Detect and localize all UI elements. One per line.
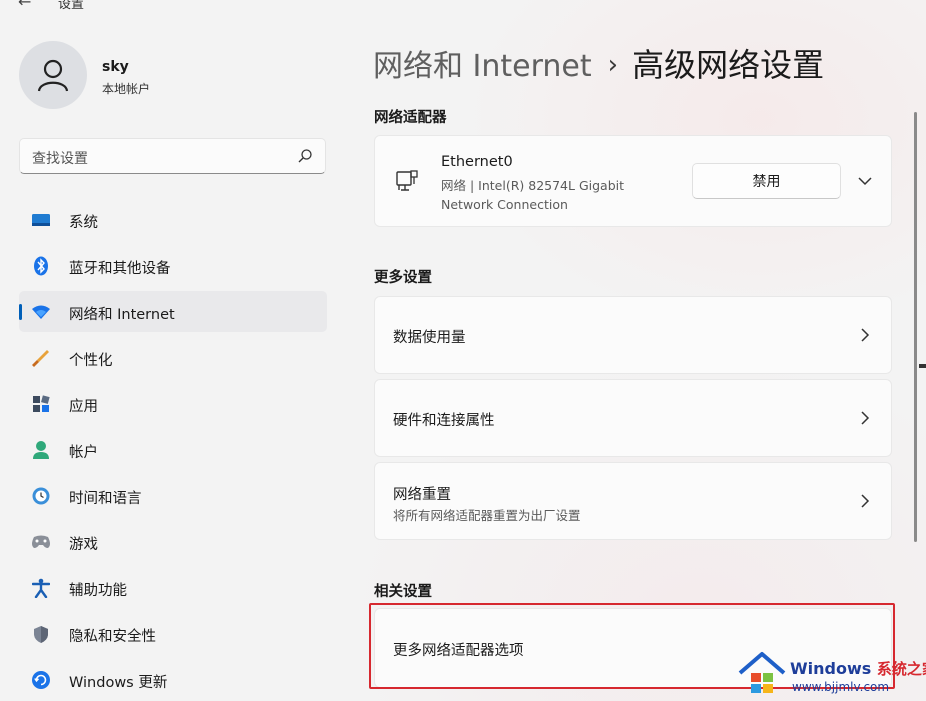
wifi-icon [31, 302, 51, 322]
brush-icon [31, 348, 51, 368]
avatar [19, 41, 87, 109]
ethernet-icon [396, 170, 418, 191]
active-indicator [19, 304, 22, 320]
adapter-description: 网络 | Intel(R) 82574L Gigabit Network Con… [441, 178, 625, 212]
shield-icon [31, 624, 51, 644]
bluetooth-icon [31, 256, 51, 276]
breadcrumb-separator: › [607, 50, 619, 80]
sidebar-item-gaming[interactable]: 游戏 [19, 521, 327, 562]
sidebar-item-label: 蓝牙和其他设备 [69, 261, 171, 277]
disable-button[interactable]: 禁用 [692, 163, 841, 199]
sidebar-nav: 系统 蓝牙和其他设备 网络和 Internet 个性化 应用 帐户 时间和语言 … [19, 199, 327, 701]
sidebar-item-accounts[interactable]: 帐户 [19, 429, 327, 470]
section-title-adapters: 网络适配器 [374, 110, 447, 126]
breadcrumb-parent[interactable]: 网络和 Internet [373, 49, 592, 84]
sidebar-item-accessibility[interactable]: 辅助功能 [19, 567, 327, 608]
row-label: 网络重置 [393, 487, 451, 503]
adapter-card[interactable]: Ethernet0 网络 | Intel(R) 82574L Gigabit N… [374, 135, 892, 227]
sidebar-item-label: 时间和语言 [69, 491, 142, 507]
watermark-title-en: Windows [790, 659, 872, 678]
row-sublabel: 将所有网络适配器重置为出厂设置 [393, 508, 581, 523]
sidebar-item-system[interactable]: 系统 [19, 199, 327, 240]
sidebar-item-label: 辅助功能 [69, 583, 127, 599]
settings-row-network-reset[interactable]: 网络重置 将所有网络适配器重置为出厂设置 [374, 462, 892, 540]
account-type: 本地帐户 [102, 82, 151, 96]
settings-row-hardware-properties[interactable]: 硬件和连接属性 [374, 379, 892, 457]
account-icon [31, 440, 51, 460]
chevron-right-icon [861, 411, 870, 425]
sidebar-item-label: 游戏 [69, 537, 98, 553]
watermark-url: www.bjjmlv.com [792, 680, 890, 694]
search-icon[interactable] [297, 148, 313, 164]
app-title: 设置 [58, 0, 85, 12]
sidebar-item-time-language[interactable]: 时间和语言 [19, 475, 327, 516]
chevron-right-icon [861, 494, 870, 508]
sidebar-item-label: 个性化 [69, 353, 113, 369]
person-icon [37, 59, 69, 92]
breadcrumb: 网络和 Internet › 高级网络设置 [373, 40, 824, 84]
back-arrow-icon[interactable]: ← [18, 0, 31, 11]
sidebar-item-label: 帐户 [69, 445, 98, 461]
settings-row-data-usage[interactable]: 数据使用量 [374, 296, 892, 374]
adapter-name: Ethernet0 [441, 154, 513, 170]
sidebar-item-bluetooth[interactable]: 蓝牙和其他设备 [19, 245, 327, 286]
sidebar-item-label: Windows 更新 [69, 675, 168, 691]
watermark-title-cn: 系统之家 [876, 660, 926, 678]
chevron-down-icon[interactable] [858, 176, 872, 186]
row-label: 数据使用量 [393, 330, 466, 346]
watermark: Windows 系统之家 www.bjjmlv.com [730, 645, 926, 701]
display-icon [31, 210, 51, 230]
apps-icon [31, 394, 51, 414]
title-bar: ← 设置 [0, 0, 926, 14]
row-label: 硬件和连接属性 [393, 413, 495, 429]
sidebar-item-label: 网络和 Internet [69, 307, 175, 323]
user-name: sky [102, 59, 129, 75]
page-title: 高级网络设置 [632, 46, 825, 84]
sidebar-item-label: 隐私和安全性 [69, 629, 156, 645]
watermark-title: Windows 系统之家 [790, 658, 926, 679]
user-profile[interactable]: sky 本地帐户 [19, 41, 319, 111]
gamepad-icon [31, 532, 51, 552]
window-edge-mark [919, 364, 926, 368]
sidebar-item-apps[interactable]: 应用 [19, 383, 327, 424]
chevron-right-icon [861, 328, 870, 342]
scrollbar[interactable] [914, 112, 917, 542]
sidebar-item-privacy[interactable]: 隐私和安全性 [19, 613, 327, 654]
clock-globe-icon [31, 486, 51, 506]
sidebar-item-label: 应用 [69, 399, 98, 415]
sidebar-item-windows-update[interactable]: Windows 更新 [19, 659, 327, 700]
accessibility-icon [31, 578, 51, 598]
sidebar-item-personalization[interactable]: 个性化 [19, 337, 327, 378]
house-logo-icon [738, 652, 786, 693]
sidebar-item-label: 系统 [69, 215, 98, 231]
sidebar-item-network[interactable]: 网络和 Internet [19, 291, 327, 332]
windows-update-icon [31, 670, 51, 690]
section-title-related-settings: 相关设置 [374, 584, 432, 600]
search-placeholder: 查找设置 [32, 151, 88, 167]
section-title-more-settings: 更多设置 [374, 270, 432, 286]
search-input[interactable]: 查找设置 [19, 138, 326, 174]
